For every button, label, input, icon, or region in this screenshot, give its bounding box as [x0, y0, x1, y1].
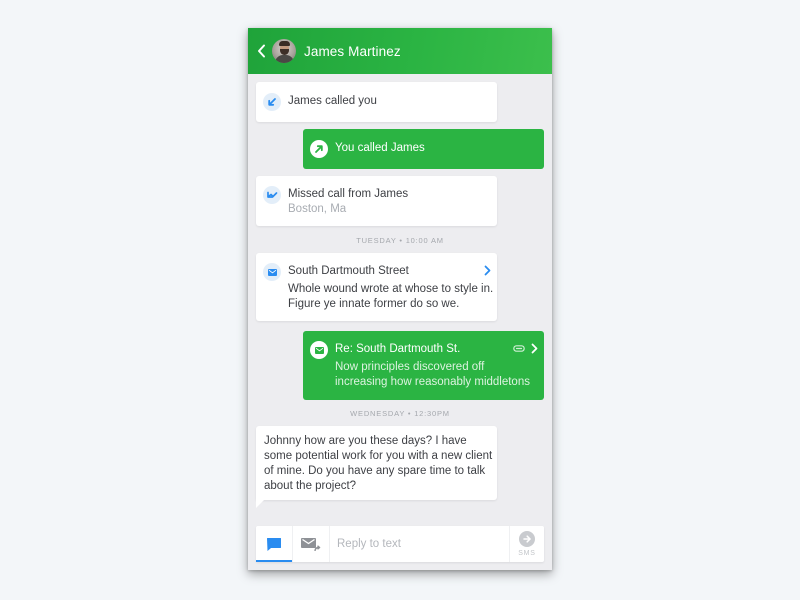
chevron-left-icon [257, 44, 265, 58]
email-reply-icon [301, 537, 321, 551]
email-preview-line: Now principles discovered off [335, 361, 485, 373]
email-preview-line: Figure ye innate former do so we. [288, 298, 460, 310]
email-incoming[interactable]: South Dartmouth Street Whole wound wrote… [256, 253, 497, 321]
sms-incoming[interactable]: Johnny how are you these days? I have so… [256, 426, 497, 500]
email-outgoing[interactable]: Re: South Dartmouth St. Now principles d… [303, 331, 544, 400]
arrow-right-circle-icon [523, 535, 531, 543]
paperclip-icon [513, 345, 525, 352]
chat-bubble-icon [267, 537, 281, 551]
call-location: Boston, Ma [288, 203, 347, 215]
sms-text-line: of mine. Do you have any spare time to t… [264, 465, 486, 477]
send-channel-label: SMS [518, 550, 536, 557]
message-feed: James called you You called James Missed… [248, 74, 552, 524]
email-icon [267, 268, 277, 276]
email-preview-line: Whole wound wrote at whose to style in. [288, 283, 494, 295]
sms-text-line: Johnny how are you these days? I have [264, 435, 467, 447]
conversation-header: James Martinez [248, 28, 552, 74]
email-icon-badge [263, 263, 281, 281]
sms-text-line: some potential work for you with a new c… [264, 450, 493, 462]
back-button[interactable] [250, 28, 272, 74]
outgoing-call-arrow-icon [315, 145, 323, 153]
call-log-text: Missed call from James [288, 188, 409, 200]
reply-input[interactable] [330, 526, 509, 562]
active-tab-indicator [256, 560, 292, 562]
tab-sms[interactable] [256, 526, 293, 562]
call-log-text: James called you [288, 95, 377, 107]
email-subject: South Dartmouth Street [288, 265, 409, 277]
email-icon [314, 346, 324, 354]
call-log-text: You called James [335, 142, 425, 154]
outgoing-call-icon-badge [310, 140, 328, 158]
email-preview-line: increasing how reasonably middletons [335, 376, 530, 388]
call-log-outgoing[interactable]: You called James [303, 129, 544, 169]
contact-avatar[interactable] [272, 39, 296, 63]
date-divider: WEDNESDAY • 12:30PM [350, 409, 450, 418]
open-email-button[interactable] [531, 343, 538, 357]
incoming-call-icon-badge [263, 93, 281, 111]
call-log-missed[interactable]: Missed call from James Boston, Ma [256, 176, 497, 226]
conversation-window: James Martinez James called you You call… [248, 28, 552, 570]
missed-call-icon-badge [263, 186, 281, 204]
email-subject: Re: South Dartmouth St. [335, 343, 461, 355]
reply-composer: SMS [256, 526, 544, 562]
chevron-right-icon [531, 343, 538, 354]
chevron-right-icon [484, 265, 491, 276]
bubble-tail [256, 500, 264, 508]
sms-text-line: about the project? [264, 480, 357, 492]
open-email-button[interactable] [484, 265, 491, 279]
contact-name: James Martinez [304, 43, 401, 59]
call-log-incoming[interactable]: James called you [256, 82, 497, 122]
email-icon-badge [310, 341, 328, 359]
send-sms-button[interactable]: SMS [509, 526, 544, 562]
date-divider: TUESDAY • 10:00 AM [356, 236, 444, 245]
incoming-call-arrow-icon [268, 98, 276, 106]
missed-call-icon [267, 191, 278, 198]
tab-email[interactable] [293, 526, 330, 562]
